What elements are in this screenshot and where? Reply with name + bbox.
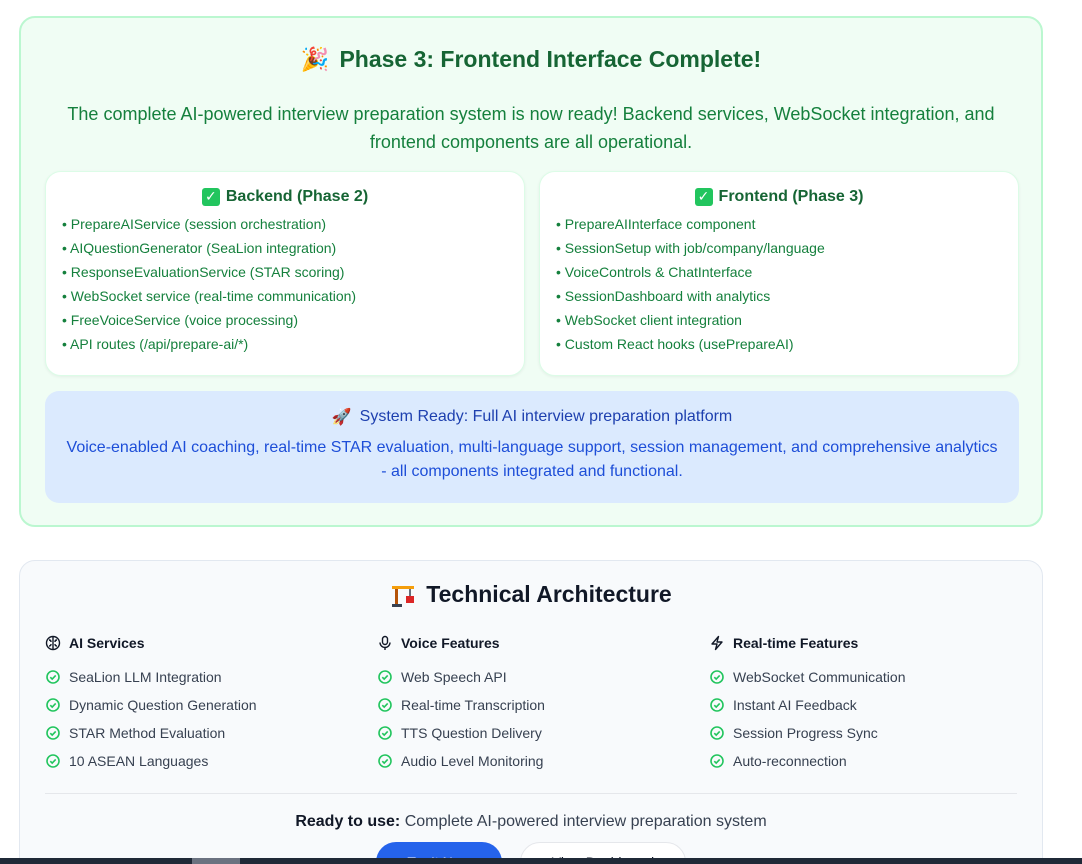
check-circle-icon: [46, 698, 60, 712]
check-mark-icon: ✓: [694, 188, 713, 206]
lightning-icon: [711, 635, 723, 651]
list-item-label: Instant AI Feedback: [733, 697, 857, 713]
backend-card: ✓ Backend (Phase 2) PrepareAIService (se…: [45, 171, 525, 376]
backend-title-text: Backend (Phase 2): [225, 188, 369, 205]
list-item-label: Auto-reconnection: [733, 753, 847, 769]
list-item-label: SeaLion LLM Integration: [69, 669, 222, 685]
check-circle-icon: [378, 726, 392, 740]
list-item: 10 ASEAN Languages: [45, 747, 365, 775]
list-item: Web Speech API: [377, 663, 697, 691]
list-item: PrepareAIInterface component: [556, 212, 1018, 236]
ready-to-use-text: Ready to use: Complete AI-powered interv…: [20, 813, 1042, 831]
rocket-icon: 🚀: [331, 407, 352, 426]
list-item-label: STAR Method Evaluation: [69, 725, 226, 741]
system-ready-description: Voice-enabled AI coaching, real-time STA…: [66, 439, 998, 480]
list-item: Real-time Transcription: [377, 691, 697, 719]
phase-title-text: Phase 3: Frontend Interface Complete!: [339, 46, 762, 72]
list-item: WebSocket service (real-time communicati…: [62, 284, 524, 308]
list-item: API routes (/api/prepare-ai/*): [62, 332, 524, 356]
ready-to-use-label: Ready to use:: [295, 813, 401, 830]
ai-services-list: SeaLion LLM Integration Dynamic Question…: [45, 663, 365, 775]
phase-title: 🎉 Phase 3: Frontend Interface Complete!: [21, 46, 1041, 73]
system-ready-title-text: System Ready: Full AI interview preparat…: [359, 407, 733, 425]
architecture-title: Technical Architecture: [20, 581, 1042, 608]
column-title: Real-time Features: [733, 635, 859, 651]
list-item: TTS Question Delivery: [377, 719, 697, 747]
list-item: Session Progress Sync: [709, 719, 1029, 747]
realtime-features-heading: Real-time Features: [709, 633, 1029, 653]
realtime-features-list: WebSocket Communication Instant AI Feedb…: [709, 663, 1029, 775]
list-item-label: Real-time Transcription: [401, 697, 545, 713]
frontend-title-text: Frontend (Phase 3): [718, 188, 864, 205]
check-circle-icon: [46, 754, 60, 768]
list-item: STAR Method Evaluation: [45, 719, 365, 747]
list-item: Instant AI Feedback: [709, 691, 1029, 719]
system-ready-box: 🚀 System Ready: Full AI interview prepar…: [45, 391, 1019, 503]
divider: [45, 793, 1017, 794]
microphone-icon: [379, 635, 391, 650]
voice-features-list: Web Speech API Real-time Transcription T…: [377, 663, 697, 775]
list-item-label: Dynamic Question Generation: [69, 697, 257, 713]
brain-icon: [45, 635, 61, 651]
check-circle-icon: [710, 726, 724, 740]
check-circle-icon: [378, 754, 392, 768]
list-item: WebSocket client integration: [556, 308, 1018, 332]
list-item-label: WebSocket Communication: [733, 669, 906, 685]
list-item-label: Web Speech API: [401, 669, 507, 685]
check-circle-icon: [710, 754, 724, 768]
architecture-card: Technical Architecture AI Services SeaLi…: [19, 560, 1043, 864]
list-item: Dynamic Question Generation: [45, 691, 365, 719]
list-item-label: 10 ASEAN Languages: [69, 753, 209, 769]
voice-features-heading: Voice Features: [377, 633, 697, 653]
list-item: ResponseEvaluationService (STAR scoring): [62, 260, 524, 284]
construction-crane-icon: [392, 585, 415, 607]
frontend-title: ✓ Frontend (Phase 3): [540, 188, 1018, 206]
list-item: Auto-reconnection: [709, 747, 1029, 775]
list-item: Custom React hooks (usePrepareAI): [556, 332, 1018, 356]
check-mark-icon: ✓: [201, 188, 220, 206]
frontend-list: PrepareAIInterface component SessionSetu…: [540, 212, 1018, 356]
architecture-title-text: Technical Architecture: [426, 581, 672, 607]
list-item: FreeVoiceService (voice processing): [62, 308, 524, 332]
list-item: Audio Level Monitoring: [377, 747, 697, 775]
horizontal-scrollbar[interactable]: [0, 858, 1082, 864]
list-item-label: TTS Question Delivery: [401, 725, 542, 741]
voice-features-column: Voice Features Web Speech API Real-time …: [377, 633, 697, 775]
column-title: AI Services: [69, 635, 145, 651]
realtime-features-column: Real-time Features WebSocket Communicati…: [709, 633, 1029, 775]
phase-description: The complete AI-powered interview prepar…: [67, 104, 995, 152]
ai-services-heading: AI Services: [45, 633, 365, 653]
list-item-label: Session Progress Sync: [733, 725, 878, 741]
list-item-label: Audio Level Monitoring: [401, 753, 544, 769]
list-item: SeaLion LLM Integration: [45, 663, 365, 691]
list-item: PrepareAIService (session orchestration): [62, 212, 524, 236]
list-item: AIQuestionGenerator (SeaLion integration…: [62, 236, 524, 260]
check-circle-icon: [710, 698, 724, 712]
list-item: SessionDashboard with analytics: [556, 284, 1018, 308]
list-item: VoiceControls & ChatInterface: [556, 260, 1018, 284]
check-circle-icon: [46, 726, 60, 740]
system-ready-title: 🚀 System Ready: Full AI interview prepar…: [45, 407, 1019, 426]
phase-complete-card: 🎉 Phase 3: Frontend Interface Complete! …: [19, 16, 1043, 527]
list-item: WebSocket Communication: [709, 663, 1029, 691]
party-popper-icon: 🎉: [300, 47, 330, 73]
check-circle-icon: [710, 670, 724, 684]
scrollbar-thumb[interactable]: [192, 858, 240, 864]
column-title: Voice Features: [401, 635, 500, 651]
backend-list: PrepareAIService (session orchestration)…: [46, 212, 524, 356]
backend-title: ✓ Backend (Phase 2): [46, 188, 524, 206]
check-circle-icon: [378, 670, 392, 684]
check-circle-icon: [46, 670, 60, 684]
ready-to-use-value: Complete AI-powered interview preparatio…: [404, 813, 767, 830]
frontend-card: ✓ Frontend (Phase 3) PrepareAIInterface …: [539, 171, 1019, 376]
ai-services-column: AI Services SeaLion LLM Integration Dyna…: [45, 633, 365, 775]
list-item: SessionSetup with job/company/language: [556, 236, 1018, 260]
check-circle-icon: [378, 698, 392, 712]
